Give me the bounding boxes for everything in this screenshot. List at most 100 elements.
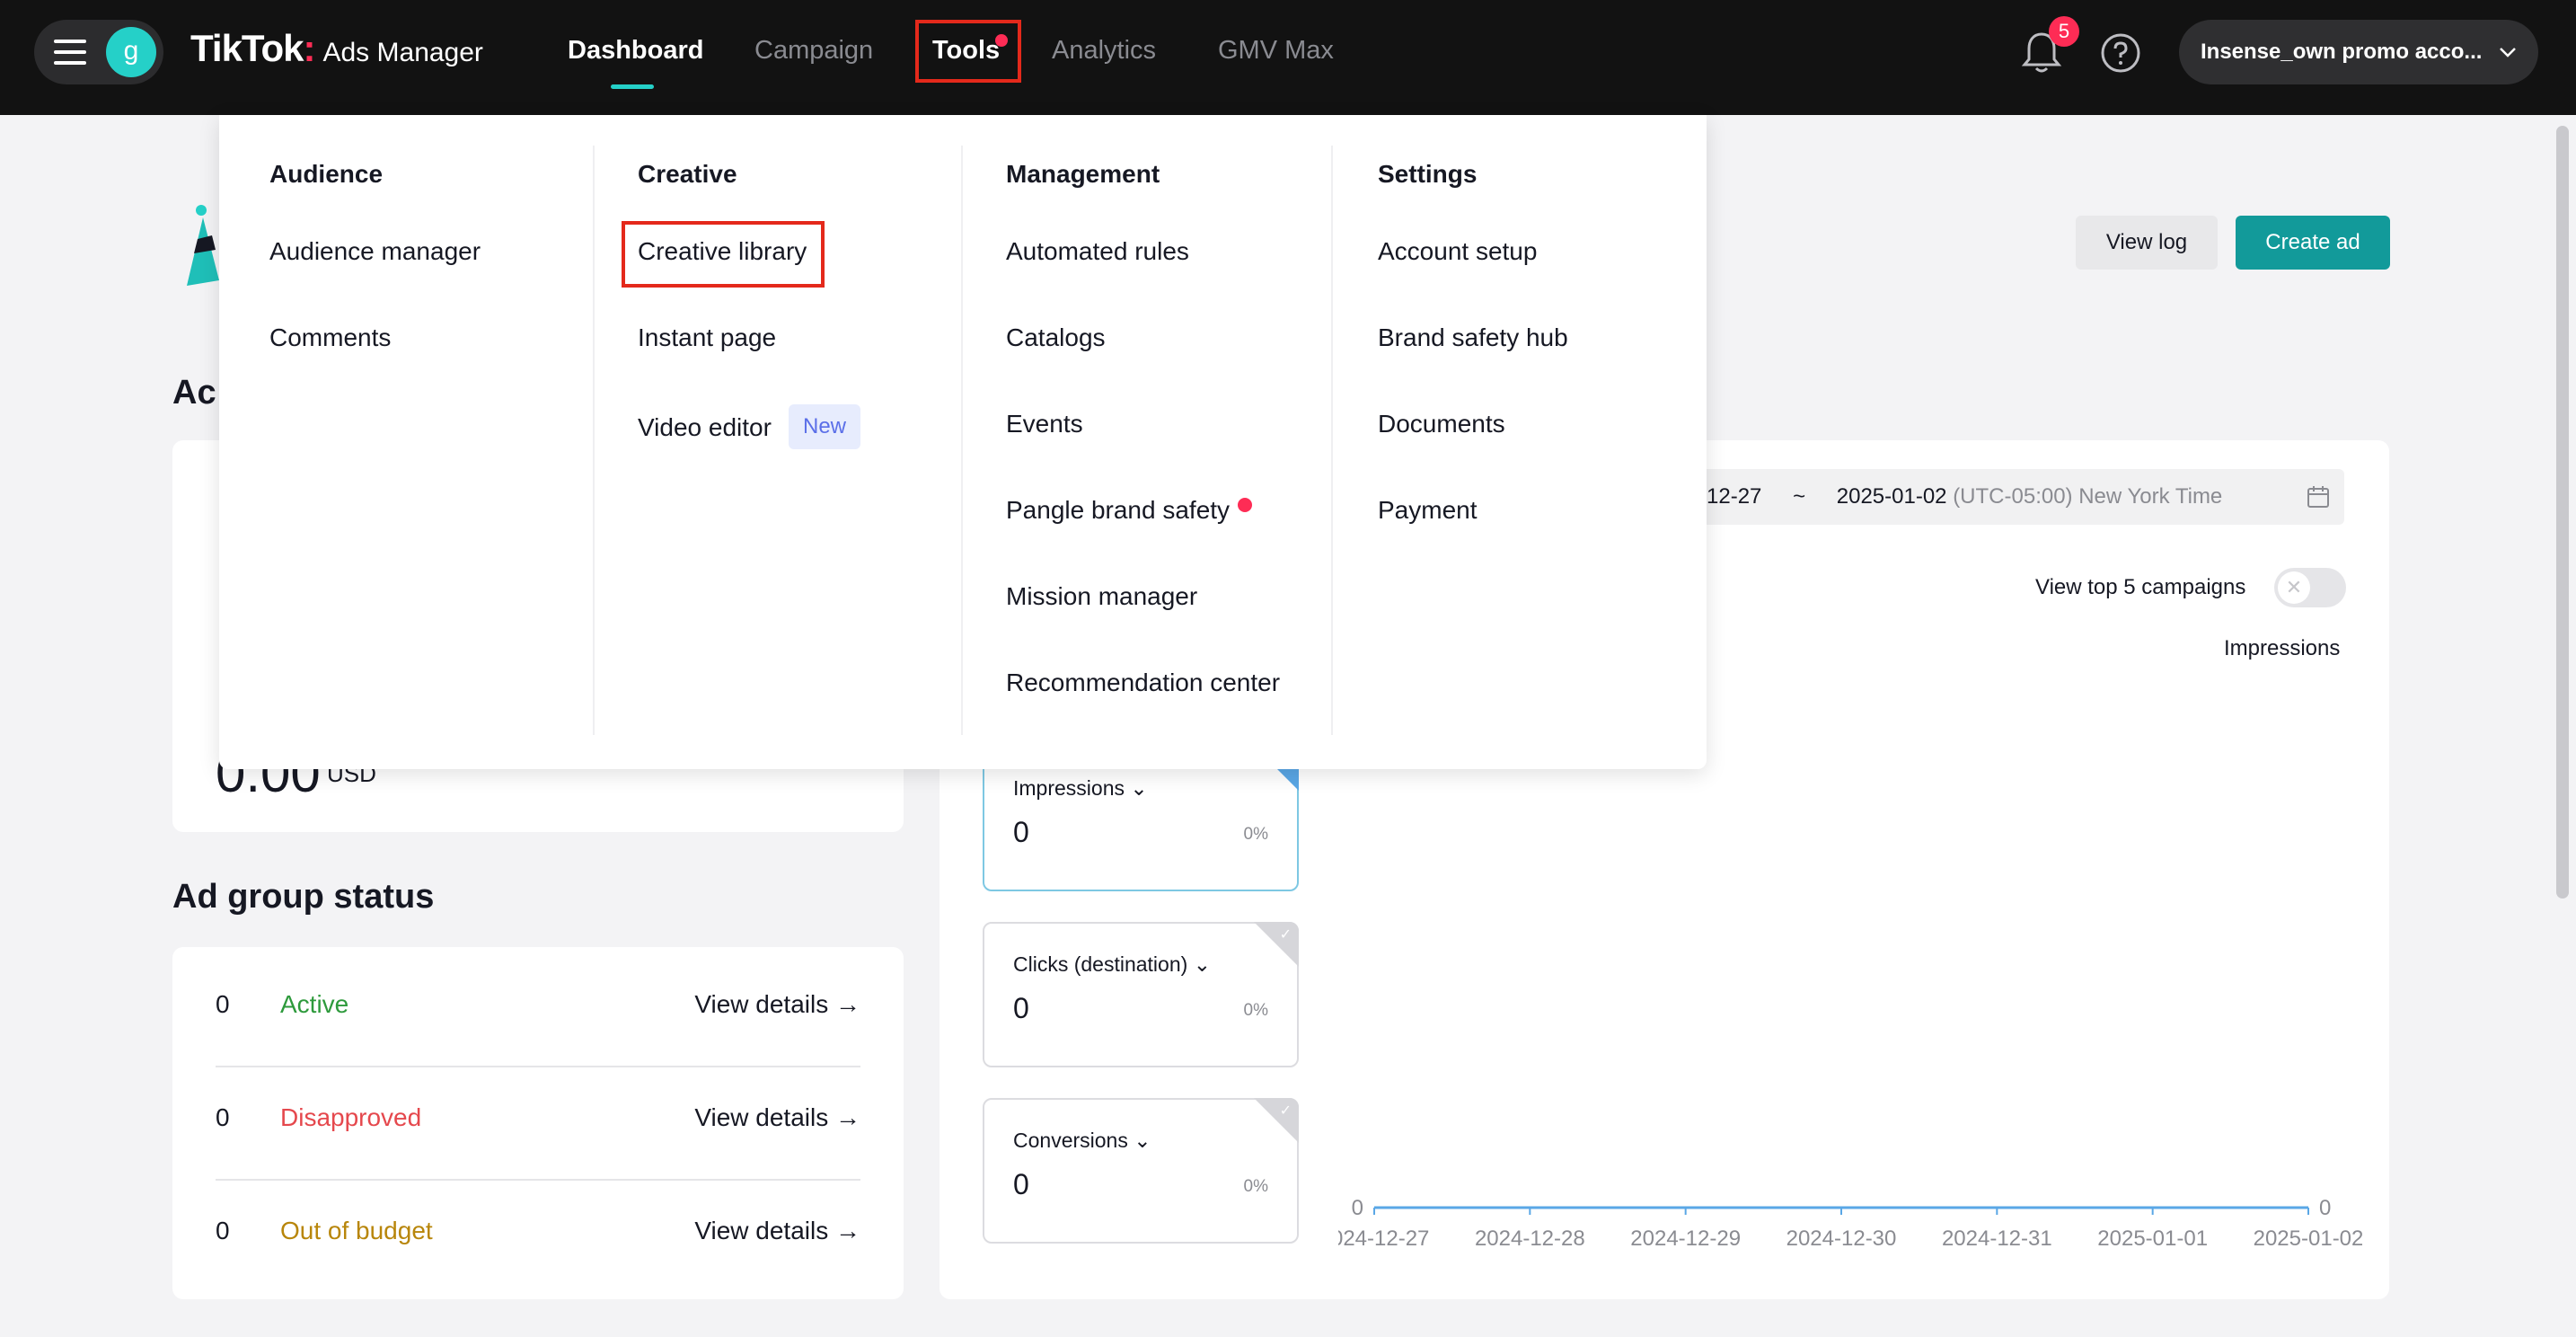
menu-item-documents[interactable]: Documents	[1378, 410, 1505, 438]
metric-change: 0%	[1243, 825, 1268, 844]
column-divider	[961, 146, 963, 735]
unselected-corner-marker	[1254, 922, 1299, 967]
hamburger-menu-icon[interactable]	[54, 40, 86, 65]
y-right-tick-label: 0	[2319, 1196, 2331, 1220]
view-details-link[interactable]: View details →	[694, 1217, 860, 1245]
account-name: Insense_own promo acco...	[2201, 40, 2483, 64]
ad-group-status-card: 0 Active View details → 0 Disapproved Vi…	[172, 947, 904, 1299]
tiktok-ads-manager-logo[interactable]: TikTok : Ads Manager	[190, 27, 483, 77]
date-separator: ~	[1793, 484, 1806, 509]
account-section-heading: Ac	[172, 374, 216, 412]
calendar-icon[interactable]	[2307, 485, 2330, 509]
menu-item-video-editor[interactable]: Video editor	[638, 413, 772, 442]
metric-label: Conversions ⌄	[1013, 1129, 1151, 1152]
dd-heading-management: Management	[1006, 160, 1160, 188]
status-row-active: 0 Active View details →	[216, 947, 860, 1060]
impressions-line-chart: 2024-12-27 2024-12-28 2024-12-29 2024-12-30…	[1338, 1196, 2362, 1249]
date-range-picker[interactable]: 12-27 ~ 2025-01-02 (UTC-05:00) New York …	[1689, 469, 2344, 525]
menu-item-audience-manager[interactable]: Audience manager	[269, 237, 481, 266]
chart-legend-impressions: Impressions	[2224, 636, 2341, 660]
help-icon[interactable]	[2100, 32, 2141, 74]
x-tick-label: 2024-12-30	[1786, 1226, 1897, 1249]
column-divider	[593, 146, 595, 735]
x-tick-label: 2024-12-29	[1630, 1226, 1741, 1249]
dd-heading-audience: Audience	[269, 160, 384, 188]
menu-item-recommendation-center[interactable]: Recommendation center	[1006, 668, 1280, 697]
check-icon: ✓	[1279, 1103, 1292, 1119]
chevron-down-icon: ⌄	[1130, 776, 1148, 800]
menu-item-instant-page[interactable]: Instant page	[638, 323, 776, 352]
check-icon: ✓	[1279, 927, 1292, 943]
status-label: Out of budget	[280, 1217, 433, 1244]
unselected-corner-marker	[1254, 1098, 1299, 1143]
metric-label: Clicks (destination) ⌄	[1013, 952, 1211, 976]
user-avatar[interactable]: g	[106, 27, 156, 77]
menu-pill[interactable]: g	[34, 20, 163, 84]
tools-highlight-box	[915, 20, 1021, 83]
dd-heading-creative: Creative	[638, 160, 737, 188]
x-tick-label: 2024-12-27	[1338, 1226, 1429, 1249]
metric-change: 0%	[1243, 1177, 1268, 1196]
metric-value: 0	[1013, 992, 1029, 1024]
menu-item-pangle-brand-safety[interactable]: Pangle brand safety	[1006, 496, 1230, 525]
account-switcher[interactable]: Insense_own promo acco...	[2179, 20, 2538, 84]
logo-product: Ads Manager	[322, 38, 483, 67]
view-details-link[interactable]: View details →	[694, 1103, 860, 1132]
menu-item-catalogs[interactable]: Catalogs	[1006, 323, 1106, 352]
menu-item-brand-safety-hub[interactable]: Brand safety hub	[1378, 323, 1568, 352]
chevron-down-icon: ⌄	[1193, 952, 1211, 976]
nav-dashboard[interactable]: Dashboard	[568, 36, 703, 66]
timezone-label: (UTC-05:00) New York Time	[1953, 484, 2223, 509]
logo-brand: TikTok	[190, 27, 304, 69]
date-start: 12-27	[1707, 484, 1762, 509]
metric-label: Impressions ⌄	[1013, 776, 1148, 800]
menu-item-mission-manager[interactable]: Mission manager	[1006, 582, 1197, 611]
column-divider	[1331, 146, 1333, 735]
ad-group-status-heading: Ad group status	[172, 878, 435, 916]
status-count: 0	[216, 1103, 230, 1131]
chevron-down-icon	[2500, 48, 2516, 58]
nav-analytics[interactable]: Analytics	[1052, 36, 1156, 66]
party-hat-illustration	[187, 205, 219, 286]
view-top5-toggle[interactable]: ✕	[2274, 568, 2346, 607]
view-log-button[interactable]: View log	[2076, 216, 2218, 270]
y-left-tick-label: 0	[1352, 1196, 1363, 1220]
x-tick-label: 2024-12-28	[1475, 1226, 1585, 1249]
nav-gmv-max[interactable]: GMV Max	[1218, 36, 1334, 66]
menu-item-account-setup[interactable]: Account setup	[1378, 237, 1537, 266]
logo-colon: :	[303, 27, 316, 69]
menu-item-comments[interactable]: Comments	[269, 323, 391, 352]
metric-change: 0%	[1243, 1001, 1268, 1020]
metric-value: 0	[1013, 1168, 1029, 1200]
status-label: Disapproved	[280, 1103, 422, 1131]
x-tick-label: 2025-01-01	[2097, 1226, 2208, 1249]
dd-heading-settings: Settings	[1378, 160, 1478, 188]
status-row-out-of-budget: 0 Out of budget View details →	[216, 1173, 860, 1287]
menu-item-events[interactable]: Events	[1006, 410, 1083, 438]
view-top5-label: View top 5 campaigns	[2035, 575, 2246, 599]
status-label: Active	[280, 990, 349, 1018]
top-nav-bar: g TikTok : Ads Manager Dashboard Campaig…	[0, 0, 2576, 115]
view-details-link[interactable]: View details →	[694, 990, 860, 1019]
menu-item-creative-library[interactable]: Creative library	[638, 237, 807, 266]
metric-card-conversions[interactable]: ✓ Conversions ⌄ 0 0%	[983, 1098, 1299, 1244]
status-count: 0	[216, 990, 230, 1018]
status-count: 0	[216, 1217, 230, 1244]
date-end: 2025-01-02	[1836, 484, 1947, 509]
menu-item-payment[interactable]: Payment	[1378, 496, 1478, 525]
x-tick-label: 2024-12-31	[1942, 1226, 2052, 1249]
new-badge: New	[789, 404, 860, 449]
toggle-knob: ✕	[2278, 571, 2310, 604]
menu-item-automated-rules[interactable]: Automated rules	[1006, 237, 1189, 266]
notification-count-badge: 5	[2049, 16, 2079, 47]
nav-active-indicator	[611, 84, 654, 89]
metric-value: 0	[1013, 816, 1029, 848]
pangle-notification-dot	[1238, 498, 1252, 512]
nav-campaign[interactable]: Campaign	[754, 36, 873, 66]
metric-card-clicks[interactable]: ✓ Clicks (destination) ⌄ 0 0%	[983, 922, 1299, 1067]
x-tick-label: 2025-01-02	[2254, 1226, 2362, 1249]
scrollbar-thumb[interactable]	[2556, 126, 2569, 899]
tools-dropdown-menu: Audience Audience manager Comments Creat…	[219, 115, 1707, 769]
create-ad-button[interactable]: Create ad	[2236, 216, 2390, 270]
chevron-down-icon: ⌄	[1134, 1129, 1151, 1152]
